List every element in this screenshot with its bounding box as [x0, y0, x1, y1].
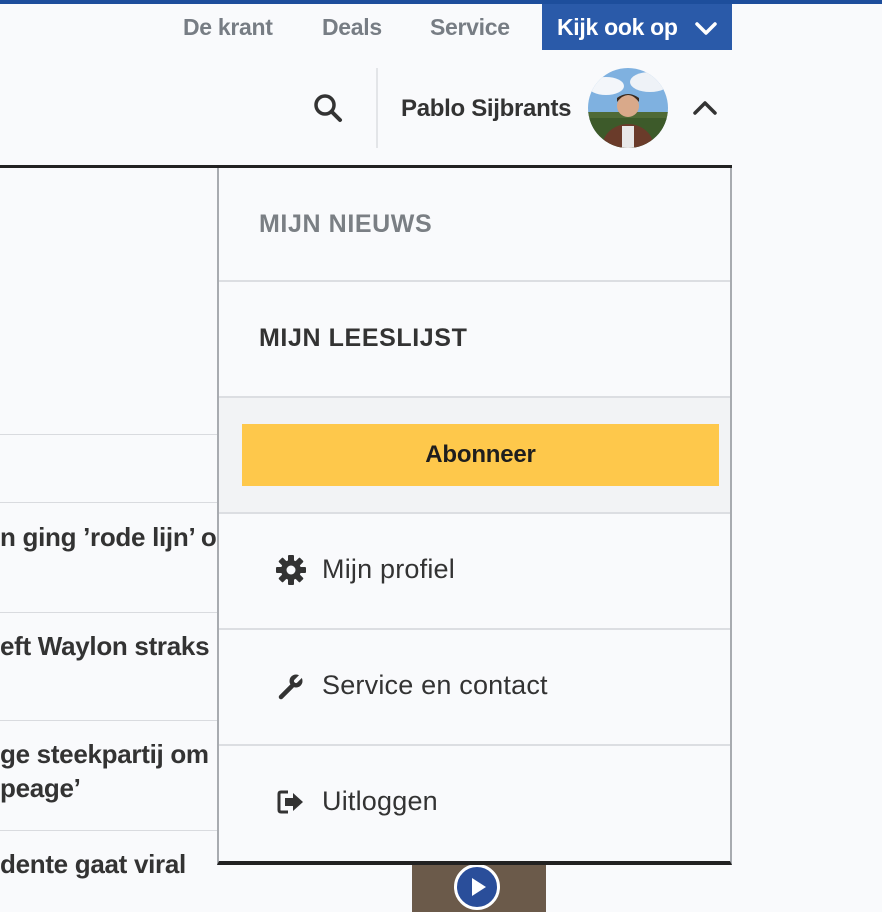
logout-icon [277, 790, 303, 814]
kijk-ook-op-label: Kijk ook op [557, 14, 678, 40]
avatar[interactable] [588, 68, 668, 148]
list-divider [0, 720, 218, 721]
mijn-profiel-label: Mijn profiel [322, 554, 455, 584]
nav-link-de-krant[interactable]: De krant [183, 14, 273, 41]
service-en-contact-label: Service en contact [322, 670, 548, 700]
list-item[interactable]: eft Waylon straks [0, 631, 210, 662]
gear-icon [276, 555, 306, 585]
header-divider [376, 68, 378, 148]
play-button[interactable] [454, 864, 500, 910]
menu-item-mijn-profiel[interactable]: Mijn profiel [219, 514, 730, 630]
chevron-up-icon[interactable] [692, 98, 718, 116]
subscribe-section: Abonneer [219, 398, 730, 514]
list-item[interactable]: dente gaat viral [0, 849, 186, 880]
uitloggen-label: Uitloggen [322, 786, 438, 816]
list-divider [0, 434, 218, 435]
play-icon [472, 878, 486, 896]
list-item[interactable]: ge steekpartij om [0, 739, 209, 770]
chevron-down-icon [695, 22, 717, 35]
list-divider [0, 612, 218, 613]
menu-item-service-en-contact[interactable]: Service en contact [219, 630, 730, 746]
article-list: n ging ’rode lijn’ o eft Waylon straks g… [0, 168, 218, 912]
list-item[interactable]: peage’ [0, 773, 81, 804]
top-nav: De krant Deals Service Kijk ook op [0, 4, 882, 50]
menu-item-uitloggen[interactable]: Uitloggen [219, 746, 730, 862]
video-thumbnail[interactable] [412, 864, 546, 912]
wrench-icon [278, 673, 304, 700]
nav-link-deals[interactable]: Deals [322, 14, 382, 41]
site-header: Pablo Sijbrants [0, 60, 882, 166]
user-menu-dropdown: MIJN NIEUWS MIJN LEESLIJST Abonneer Mijn… [217, 168, 732, 865]
kijk-ook-op-button[interactable]: Kijk ook op [542, 4, 732, 50]
list-divider [0, 502, 218, 503]
search-icon[interactable] [313, 93, 343, 123]
mijn-nieuws-label: MIJN NIEUWS [259, 210, 433, 238]
list-divider [0, 830, 218, 831]
user-name[interactable]: Pablo Sijbrants [401, 95, 572, 123]
menu-item-mijn-nieuws[interactable]: MIJN NIEUWS [219, 168, 730, 282]
subscribe-button[interactable]: Abonneer [242, 424, 719, 486]
list-item[interactable]: n ging ’rode lijn’ o [0, 522, 217, 553]
mijn-leeslijst-label: MIJN LEESLIJST [259, 324, 468, 352]
nav-link-service[interactable]: Service [430, 14, 510, 41]
menu-item-mijn-leeslijst[interactable]: MIJN LEESLIJST [219, 282, 730, 398]
